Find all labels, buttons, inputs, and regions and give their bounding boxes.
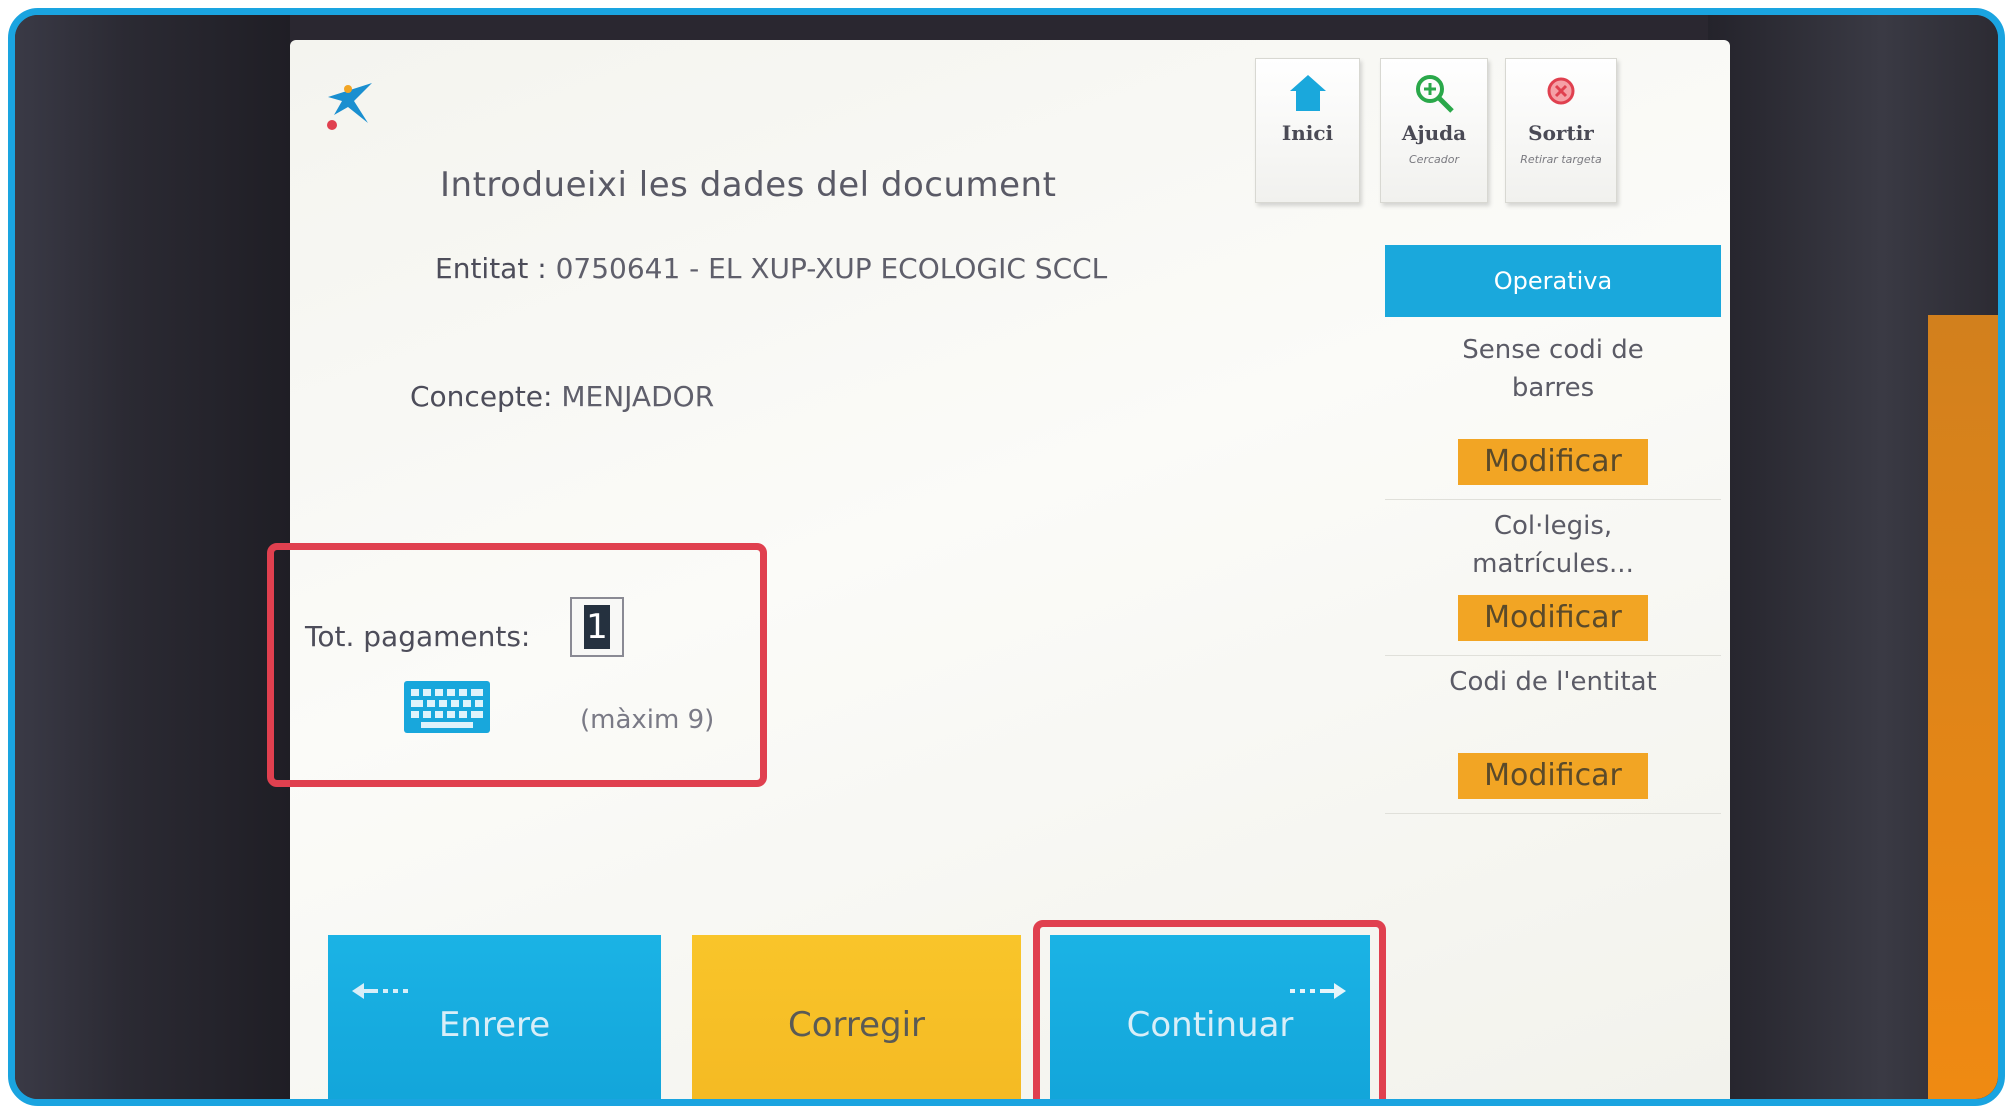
concepte-label: Concepte: xyxy=(410,380,553,413)
modify-no-barcode-button[interactable]: Modificar xyxy=(1458,439,1648,485)
image-frame: Introdueixi les dades del document Inici… xyxy=(8,8,2005,1106)
caixabank-star-logo xyxy=(327,83,372,130)
payments-highlight-box xyxy=(267,543,767,787)
help-button-sublabel: Cercador xyxy=(1409,153,1459,166)
option-schools-label: Col·legis, matrícules... xyxy=(1472,511,1634,579)
option-no-barcode-label: Sense codi de barres xyxy=(1462,335,1644,403)
modify-entity-code-button[interactable]: Modificar xyxy=(1458,753,1648,799)
exit-button-label: Sortir xyxy=(1528,121,1594,145)
panel-divider xyxy=(1385,813,1721,814)
entitat-value: 0750641 - EL XUP-XUP ECOLOGIC SCCL xyxy=(555,252,1108,285)
operativa-header: Operativa xyxy=(1385,245,1721,317)
modify-schools-button[interactable]: Modificar xyxy=(1458,595,1648,641)
atm-bezel-left xyxy=(15,15,290,1099)
correct-button-label: Corregir xyxy=(787,1005,926,1045)
back-button-label: Enrere xyxy=(438,1005,551,1045)
arrow-left-icon xyxy=(352,983,408,999)
panel-divider xyxy=(1385,655,1721,656)
help-button-label: Ajuda xyxy=(1401,121,1467,145)
zoom-in-icon xyxy=(1416,75,1454,113)
home-button-label: Inici xyxy=(1281,121,1334,145)
home-button[interactable]: Inici xyxy=(1255,58,1360,203)
option-entity-code-label: Codi de l'entitat xyxy=(1449,667,1657,697)
exit-button-sublabel: Retirar targeta xyxy=(1520,153,1602,166)
correct-button[interactable]: Corregir xyxy=(692,935,1021,1099)
atm-orange-trim xyxy=(1928,315,1998,1099)
back-button[interactable]: Enrere xyxy=(328,935,661,1099)
exit-button[interactable]: Sortir Retirar targeta xyxy=(1505,58,1617,203)
help-button[interactable]: Ajuda Cercador xyxy=(1380,58,1488,203)
page-title: Introdueixi les dades del document xyxy=(440,165,1057,205)
exit-icon xyxy=(1547,77,1575,105)
home-icon xyxy=(1289,75,1326,111)
entitat-row: Entitat : 0750641 - EL XUP-XUP ECOLOGIC … xyxy=(435,252,1107,285)
entitat-label: Entitat : xyxy=(435,252,547,285)
concepte-value: MENJADOR xyxy=(561,380,715,413)
panel-divider xyxy=(1385,499,1721,500)
continue-highlight-box xyxy=(1033,920,1386,1099)
concepte-row: Concepte: MENJADOR xyxy=(410,380,714,413)
